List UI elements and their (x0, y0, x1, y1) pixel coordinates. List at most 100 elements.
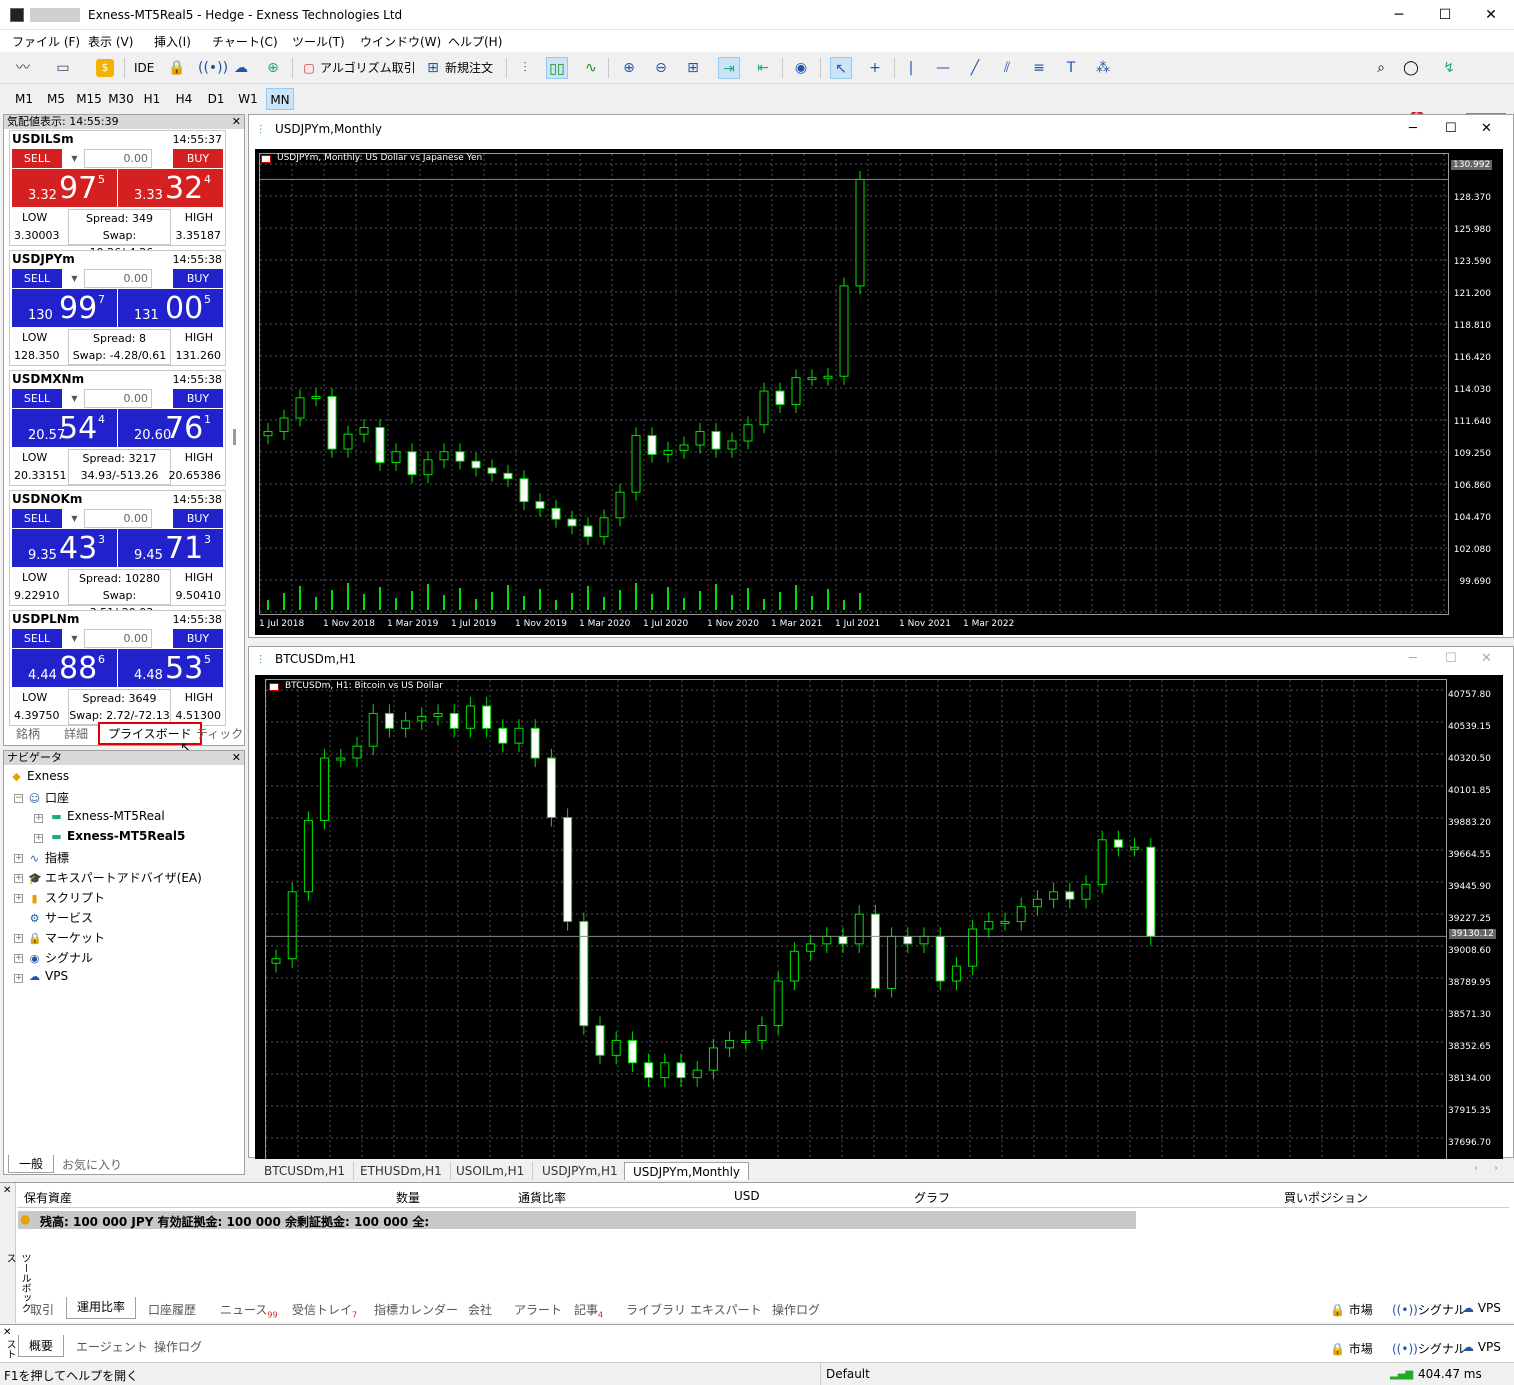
zoom-in-icon[interactable]: ⊕ (618, 57, 640, 79)
minimize-icon[interactable]: ─ (1409, 651, 1417, 666)
close-icon[interactable]: ✕ (1481, 651, 1492, 666)
ask-price[interactable]: 20.60 76 1 (118, 409, 223, 447)
nav-accounts[interactable]: ☺ 口座 (28, 789, 69, 806)
expand-icon[interactable]: + (34, 834, 43, 843)
maximize-icon[interactable]: ☐ (1445, 121, 1457, 136)
menu-insert[interactable]: 挿入(I) (154, 33, 191, 50)
tf-d1[interactable]: D1 (202, 88, 230, 110)
volume-input[interactable]: 0.00 (84, 389, 152, 408)
algo-trading-icon[interactable]: ▢ (298, 57, 320, 79)
volume-dropdown-icon[interactable]: ▼ (67, 629, 82, 648)
zoom-out-icon[interactable]: ⊖ (650, 57, 672, 79)
maximize-icon[interactable]: ☐ (1445, 651, 1457, 666)
dollar-icon[interactable]: $ (96, 59, 114, 77)
bar-chart-icon[interactable]: ⫶ (514, 57, 536, 79)
tab-calendar[interactable]: 指標カレンダー (374, 1301, 458, 1318)
tab-favorites[interactable]: お気に入り (62, 1156, 122, 1173)
grid-icon[interactable]: ⊞ (682, 57, 704, 79)
chart-tab-usdjpy-monthly[interactable]: USDJPYm,Monthly (624, 1162, 750, 1180)
tab-mailbox[interactable]: 受信トレイ7 (292, 1301, 357, 1319)
scrollbar-thumb[interactable] (233, 429, 236, 445)
bid-price[interactable]: 130 99 7 (12, 289, 117, 327)
tf-w1[interactable]: W1 (234, 88, 262, 110)
tab-history[interactable]: 口座履歴 (148, 1301, 196, 1318)
sell-button[interactable]: SELL (12, 629, 62, 648)
chart-type-icon[interactable]: 〰 (12, 57, 34, 79)
tf-m30[interactable]: M30 (106, 88, 136, 110)
tab-company[interactable]: 会社 (468, 1301, 492, 1318)
fibonacci-icon[interactable]: ≡ (1028, 57, 1050, 79)
nav-indicators[interactable]: ∿ 指標 (28, 849, 69, 866)
text-icon[interactable]: T (1060, 57, 1082, 79)
nav-scripts[interactable]: ▮ スクリプト (28, 889, 105, 906)
tf-m1[interactable]: M1 (10, 88, 38, 110)
volume-input[interactable]: 0.00 (84, 269, 152, 288)
close-button[interactable]: ✕ (1468, 0, 1514, 30)
tab-articles[interactable]: 記事4 (574, 1301, 603, 1319)
volume-input[interactable]: 0.00 (84, 509, 152, 528)
autoscroll-icon[interactable]: ⇥ (718, 57, 740, 79)
col-holdings[interactable]: 保有資産 (24, 1189, 72, 1206)
close-icon[interactable]: ✕ (232, 115, 241, 128)
tf-mn[interactable]: MN (266, 88, 294, 110)
chart-area[interactable]: BTCUSDm, H1: Bitcoin vs US Dollar 39130.… (255, 675, 1503, 1160)
screenshot-icon[interactable]: ◉ (790, 57, 812, 79)
menu-tools[interactable]: ツール(T) (292, 33, 345, 50)
tab-tester-journal[interactable]: 操作ログ (154, 1338, 202, 1355)
maximize-button[interactable]: ☐ (1422, 0, 1468, 30)
vps-link[interactable]: ☁ VPS (1462, 1340, 1501, 1354)
chart-tab-usoil[interactable]: USOILm,H1 (448, 1162, 534, 1180)
col-quantity[interactable]: 数量 (396, 1189, 420, 1206)
channel-icon[interactable]: ⫽ (996, 57, 1018, 79)
menu-view[interactable]: 表示 (V) (88, 33, 133, 50)
shapes-icon[interactable]: ⁂ (1092, 57, 1114, 79)
nav-experts[interactable]: 🎓 エキスパートアドバイザ(EA) (28, 869, 202, 886)
collapse-icon[interactable]: − (14, 794, 23, 803)
chart-tab-btcusd[interactable]: BTCUSDm,H1 (256, 1162, 355, 1180)
close-icon[interactable]: ✕ (1481, 121, 1492, 136)
buy-button[interactable]: BUY (173, 149, 223, 168)
chart-tab-ethusd[interactable]: ETHUSDm,H1 (352, 1162, 451, 1180)
tab-overview[interactable]: 概要 (18, 1335, 64, 1357)
tab-symbols[interactable]: 銘柄 (16, 725, 40, 742)
tab-ticks[interactable]: ティック (196, 725, 243, 742)
sell-button[interactable]: SELL (12, 149, 62, 168)
nav-signals[interactable]: ◉ シグナル (28, 949, 93, 966)
buy-button[interactable]: BUY (173, 629, 223, 648)
buy-button[interactable]: BUY (173, 389, 223, 408)
minimize-button[interactable]: ─ (1376, 0, 1422, 30)
nav-market[interactable]: 🔒 マーケット (28, 929, 105, 946)
trendline-icon[interactable]: ╱ (964, 57, 986, 79)
tab-news[interactable]: ニュース99 (220, 1301, 278, 1319)
search-icon[interactable]: ⌕ (1370, 57, 1392, 79)
chart-tab-usdjpy-h1[interactable]: USDJPYm,H1 (534, 1162, 627, 1180)
vps-link[interactable]: ☁ VPS (1462, 1301, 1501, 1315)
new-order-button[interactable]: 新規注文 (445, 57, 493, 79)
tf-h4[interactable]: H4 (170, 88, 198, 110)
horizontal-line-icon[interactable]: — (932, 57, 954, 79)
tab-details[interactable]: 詳細 (64, 725, 88, 742)
nav-account-real[interactable]: ▬ Exness-MT5Real (50, 809, 164, 823)
scroll-right-icon[interactable]: › (1494, 1163, 1498, 1174)
volume-input[interactable]: 0.00 (84, 149, 152, 168)
ask-price[interactable]: 3.33 32 4 (118, 169, 223, 207)
bid-price[interactable]: 20.57 54 4 (12, 409, 117, 447)
volume-dropdown-icon[interactable]: ▼ (67, 509, 82, 528)
ask-price[interactable]: 131 00 5 (118, 289, 223, 327)
volume-input[interactable]: 0.00 (84, 629, 152, 648)
ide-button[interactable]: IDE (134, 57, 154, 79)
col-buy-positions[interactable]: 買いポジション (1284, 1189, 1368, 1206)
new-chart-icon[interactable]: ▭ (52, 57, 74, 79)
nav-account-real5[interactable]: ▬ Exness-MT5Real5 (50, 829, 185, 843)
volume-dropdown-icon[interactable]: ▼ (67, 269, 82, 288)
close-icon[interactable]: ✕ (3, 1185, 11, 1196)
menu-window[interactable]: ウインドウ(W) (360, 33, 441, 50)
nav-vps[interactable]: ☁ VPS (28, 969, 68, 983)
bid-price[interactable]: 3.32 97 5 (12, 169, 117, 207)
col-currency-ratio[interactable]: 通貨比率 (518, 1189, 566, 1206)
tab-experts[interactable]: エキスパート (690, 1301, 762, 1318)
bid-price[interactable]: 9.35 43 3 (12, 529, 117, 567)
buy-button[interactable]: BUY (173, 509, 223, 528)
tab-journal[interactable]: 操作ログ (772, 1301, 820, 1318)
notifications-icon[interactable]: ◯ (1400, 57, 1422, 79)
